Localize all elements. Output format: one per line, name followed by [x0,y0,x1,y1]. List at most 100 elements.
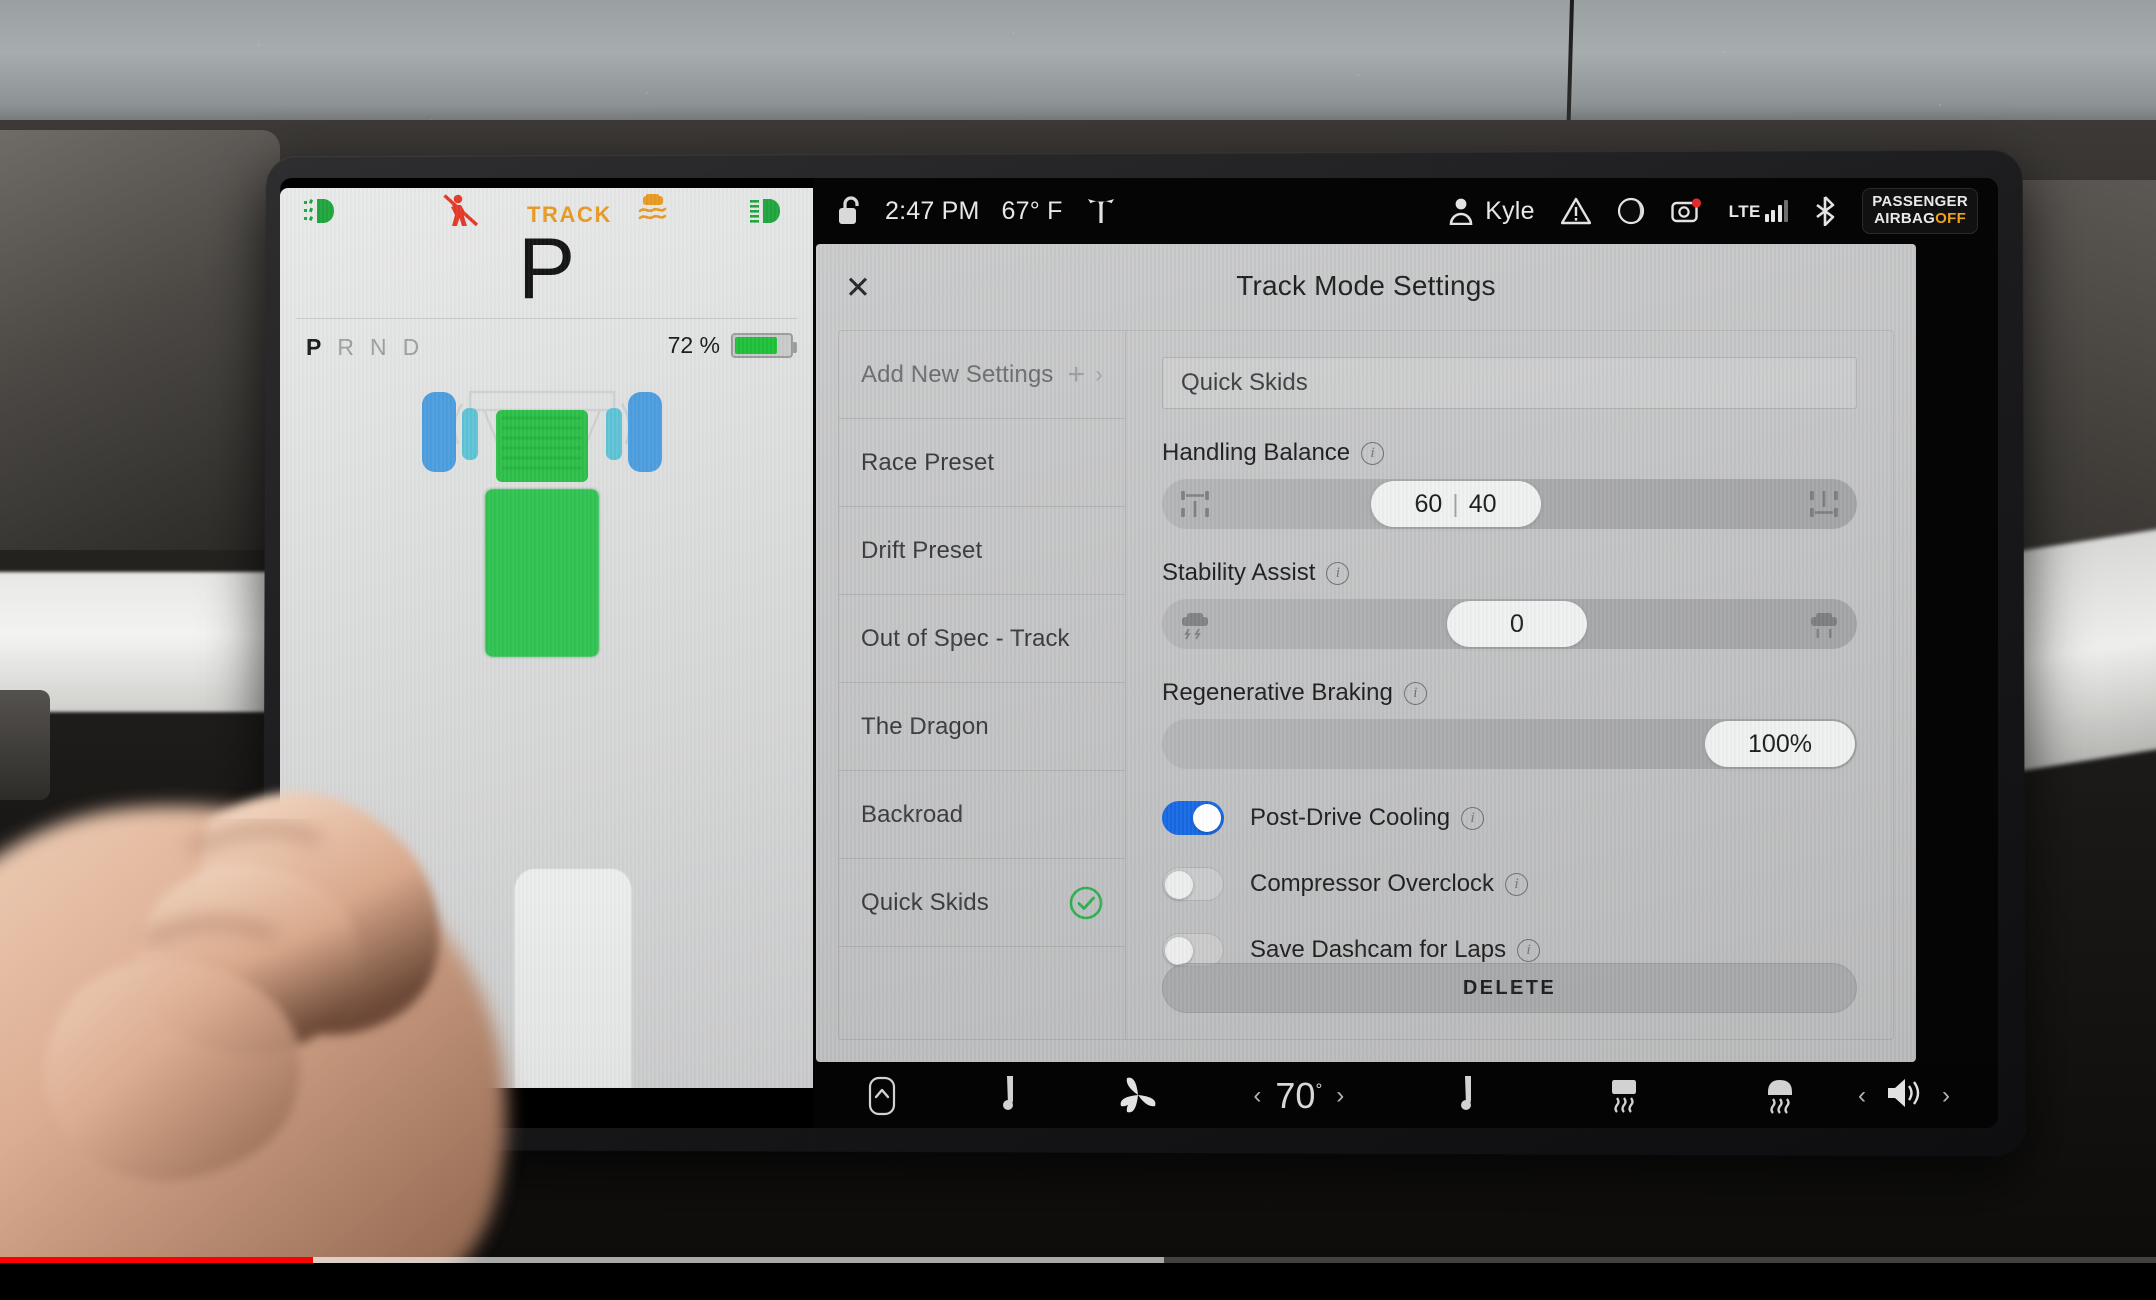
compressor-overclock-label: Compressor Overclock [1250,870,1495,897]
stability-assist-label: Stability Assist [1162,559,1316,586]
info-icon[interactable]: i [1461,806,1485,830]
cellular-signal[interactable]: LTE [1729,200,1789,222]
info-icon[interactable]: i [1505,872,1529,896]
temperature-increase-button[interactable]: › [1336,1082,1344,1110]
front-defrost-button[interactable] [1702,1076,1858,1116]
axle-rear-bias-icon [1807,487,1841,521]
center-display: 2:47 PM 67° F Kyle LTE PASSENGER AIRBAGO… [813,178,1998,1128]
save-dashcam-for-laps-row: Save Dashcam for Laps i [1162,933,1857,967]
compressor-overclock-toggle[interactable] [1162,867,1224,901]
save-dashcam-for-laps-toggle[interactable] [1162,933,1224,967]
volume-control[interactable]: ‹ › [1858,1075,1950,1116]
post-drive-cooling-toggle[interactable] [1162,801,1224,835]
signal-bars-icon [1764,200,1789,222]
car-skid-assist-icon [1178,607,1212,641]
wiper-status-icon[interactable] [1617,197,1645,225]
passenger-airbag-status-badge: PASSENGER AIRBAGOFF [1862,188,1978,234]
preset-item-backroad[interactable]: Backroad [839,771,1125,859]
regenerative-braking-label: Regenerative Braking [1162,679,1393,706]
screenshot-root: TRACK P P R N D 72 % 2:47 PM 67° F Kyle … [0,0,2156,1300]
preset-label: Out of Spec - Track [861,624,1070,652]
settings-panel: Quick Skids Handling Balance i 60 | 40 S… [1126,331,1893,1039]
degree-symbol: ° [1315,1079,1323,1099]
gear-option-d: D [402,334,420,360]
temperature-decrease-button[interactable]: ‹ [1253,1082,1261,1110]
preset-list: Add New Settings + › Race Preset Drift P… [839,331,1126,1039]
info-icon[interactable]: i [1517,938,1541,962]
delete-button[interactable]: DELETE [1162,963,1857,1013]
airbag-line-1: PASSENGER [1872,193,1968,211]
preset-list-spacer [839,947,1125,1035]
preset-label: Drift Preset [861,536,983,564]
preset-name-input[interactable]: Quick Skids [1162,357,1857,409]
preset-item-the-dragon[interactable]: The Dragon [839,683,1125,771]
instrument-cluster: TRACK P P R N D 72 % [280,188,813,1088]
vehicle-thermal-visualization [392,370,692,700]
status-bar: 2:47 PM 67° F Kyle LTE PASSENGER AIRBAGO… [813,178,1998,244]
passenger-seat-heater-button[interactable] [1400,1074,1547,1118]
dashboard-left-panel [0,130,280,550]
info-icon[interactable]: i [1403,681,1427,705]
temperature-control[interactable]: ‹ 70° › [1198,1075,1400,1117]
current-gear: P [517,221,576,317]
gear-selector-row: PRND [306,334,435,361]
handling-balance-label: Handling Balance [1162,439,1351,466]
compressor-overclock-row: Compressor Overclock i [1162,867,1857,901]
bluetooth-icon[interactable] [1814,196,1836,226]
info-icon[interactable]: i [1326,561,1350,585]
plus-icon[interactable]: + [1067,358,1085,392]
handling-balance-front-value: 60 [1414,489,1443,518]
gear-option-p: P [306,334,322,360]
handling-balance-slider[interactable]: 60 | 40 [1162,479,1857,529]
track-mode-settings-modal: ✕ Track Mode Settings Add New Settings +… [816,244,1916,1062]
battery-indicator: 72 % [667,332,797,359]
toggle-knob [1193,804,1221,832]
axle-front-bias-icon [1178,487,1212,521]
preset-label: Race Preset [861,448,995,476]
driver-seat-heater-button[interactable] [951,1074,1079,1118]
chevron-right-icon[interactable]: › [1095,361,1103,389]
regenerative-braking-thumb[interactable]: 100% [1705,721,1855,767]
preset-item-out-of-spec-track[interactable]: Out of Spec - Track [839,595,1125,683]
network-type-label: LTE [1728,202,1761,221]
modal-header: ✕ Track Mode Settings [816,244,1916,328]
driver-profile[interactable]: Kyle [1449,197,1534,226]
video-letterbox [0,1263,2156,1300]
warning-triangle-icon[interactable] [1560,197,1591,225]
preset-item-drift-preset[interactable]: Drift Preset [839,507,1125,595]
frunk-open-button[interactable] [813,1075,951,1117]
handling-balance-label-row: Handling Balance i [1162,439,1857,467]
preset-item-quick-skids[interactable]: Quick Skids [839,859,1125,947]
regenerative-braking-slider[interactable]: 100% [1162,719,1857,769]
rear-defrost-button[interactable] [1546,1076,1702,1116]
battery-icon [731,333,797,358]
handling-balance-separator: | [1452,489,1459,518]
preset-item-race-preset[interactable]: Race Preset [839,419,1125,507]
info-icon[interactable]: i [1361,441,1385,465]
preset-label: Backroad [861,800,964,828]
battery-percent-label: 72 % [667,332,720,358]
volume-icon[interactable] [1884,1075,1924,1116]
gear-option-n: N [369,334,387,360]
handling-balance-thumb[interactable]: 60 | 40 [1370,481,1541,527]
stability-assist-thumb[interactable]: 0 [1446,601,1587,647]
post-drive-cooling-row: Post-Drive Cooling i [1162,801,1857,835]
fan-button[interactable] [1079,1076,1198,1116]
tesla-touchscreen: TRACK P P R N D 72 % 2:47 PM 67° F Kyle … [280,178,1998,1128]
tesla-logo-icon[interactable] [1085,196,1117,226]
unlocked-icon[interactable] [837,196,863,226]
airbag-line-2: AIRBAG [1874,210,1936,227]
handling-balance-rear-value: 40 [1468,489,1497,518]
clock: 2:47 PM [885,196,980,225]
preset-item-add-new-settings[interactable]: Add New Settings + › [839,331,1125,419]
preset-label: Add New Settings [861,360,1054,388]
save-dashcam-for-laps-label: Save Dashcam for Laps [1250,936,1507,963]
battery-fill [735,337,777,354]
stability-assist-label-row: Stability Assist i [1162,559,1857,587]
stability-assist-slider[interactable]: 0 [1162,599,1857,649]
gear-option-r: R [337,334,354,360]
outside-temperature: 67° F [1001,196,1063,225]
volume-increase-button[interactable]: › [1942,1082,1950,1110]
volume-decrease-button[interactable]: ‹ [1858,1082,1866,1110]
dashcam-icon[interactable] [1670,197,1703,225]
